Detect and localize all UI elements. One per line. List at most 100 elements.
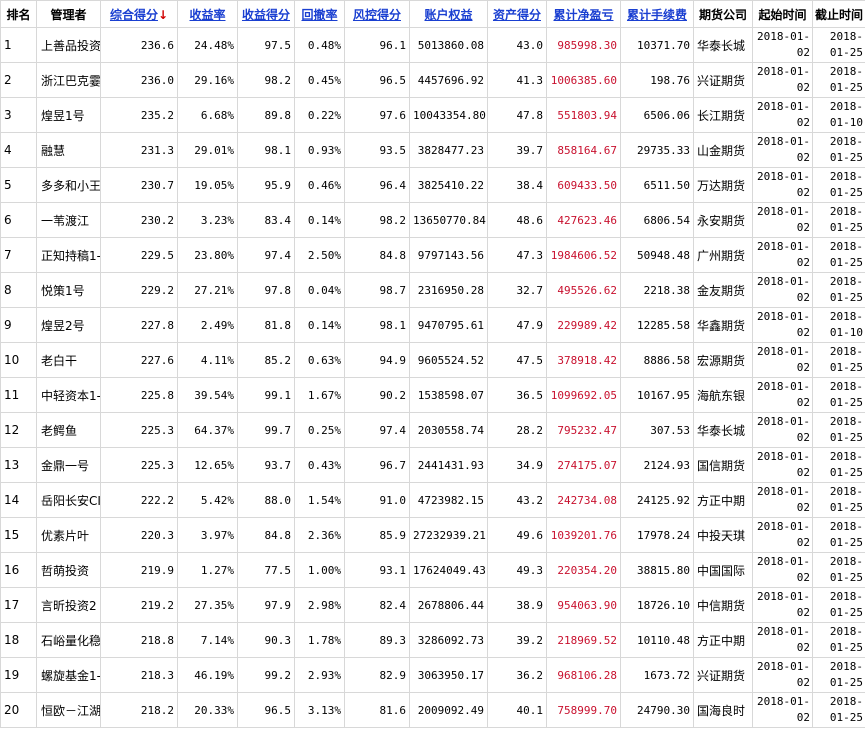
risk-score-cell: 96.4 [344, 167, 410, 203]
manager-name-cell: 浙江巴克霎 [36, 62, 101, 98]
sort-link-composite-score[interactable]: 综合得分 [110, 8, 158, 22]
futures-company-cell: 长江期货 [693, 97, 753, 133]
manager-name-cell: 老鳄鱼 [36, 412, 101, 448]
composite-score-cell: 236.0 [100, 62, 178, 98]
return-score-cell: 98.1 [237, 132, 295, 168]
return-rate-cell: 27.35% [177, 587, 238, 623]
net-pnl-cell: 954063.90 [546, 587, 621, 623]
futures-company-cell: 中信期货 [693, 587, 753, 623]
manager-name-cell: 煌昱2号 [36, 307, 101, 343]
rank-cell: 4 [0, 132, 37, 168]
fees-cell: 6806.54 [620, 202, 694, 238]
col-header-equity[interactable]: 账户权益 [409, 0, 488, 28]
drawdown-cell: 1.54% [294, 482, 345, 518]
fees-cell: 50948.48 [620, 237, 694, 273]
table-row: 2 浙江巴克霎 236.0 29.16% 98.2 0.45% 96.5 4457696.92… [0, 62, 865, 98]
asset-score-cell: 47.9 [487, 307, 547, 343]
start-time-cell: 2018-01-02 [752, 342, 813, 378]
asset-score-cell: 47.5 [487, 342, 547, 378]
manager-name-cell: 悦策1号 [36, 272, 101, 308]
sort-link-return-score[interactable]: 收益得分 [242, 8, 290, 22]
composite-score-cell: 227.8 [100, 307, 178, 343]
table-row: 18 石峪量化稳 218.8 7.14% 90.3 1.78% 89.3 3286092.73… [0, 622, 865, 658]
manager-name-cell: 中轻资本1- [36, 377, 101, 413]
start-time-cell: 2018-01-02 [752, 237, 813, 273]
return-rate-cell: 5.42% [177, 482, 238, 518]
drawdown-cell: 0.14% [294, 307, 345, 343]
risk-score-cell: 84.8 [344, 237, 410, 273]
fees-cell: 6506.06 [620, 97, 694, 133]
equity-cell: 4457696.92 [409, 62, 488, 98]
manager-name-cell: 一苇渡江 [36, 202, 101, 238]
col-header-asset-score[interactable]: 资产得分 [487, 0, 547, 28]
sort-link-return-rate[interactable]: 收益率 [189, 8, 225, 22]
composite-score-cell: 236.6 [100, 27, 178, 63]
col-header-return-score[interactable]: 收益得分 [237, 0, 295, 28]
fees-cell: 10110.48 [620, 622, 694, 658]
start-time-cell: 2018-01-02 [752, 622, 813, 658]
drawdown-cell: 2.98% [294, 587, 345, 623]
risk-score-cell: 82.4 [344, 587, 410, 623]
futures-company-cell: 国信期货 [693, 447, 753, 483]
risk-score-cell: 97.6 [344, 97, 410, 133]
sort-link-drawdown[interactable]: 回撤率 [301, 8, 337, 22]
composite-score-cell: 229.2 [100, 272, 178, 308]
risk-score-cell: 98.2 [344, 202, 410, 238]
asset-score-cell: 49.6 [487, 517, 547, 553]
col-header-return-rate[interactable]: 收益率 [177, 0, 238, 28]
equity-cell: 27232939.21 [409, 517, 488, 553]
equity-cell: 2678806.44 [409, 587, 488, 623]
risk-score-cell: 94.9 [344, 342, 410, 378]
drawdown-cell: 0.46% [294, 167, 345, 203]
fees-cell: 8886.58 [620, 342, 694, 378]
manager-name-cell: 煌昱1号 [36, 97, 101, 133]
risk-score-cell: 96.1 [344, 27, 410, 63]
sort-link-net-pnl[interactable]: 累计净盈亏 [553, 8, 613, 22]
asset-score-cell: 34.9 [487, 447, 547, 483]
start-time-cell: 2018-01-02 [752, 27, 813, 63]
return-score-cell: 93.7 [237, 447, 295, 483]
rank-cell: 19 [0, 657, 37, 693]
futures-company-cell: 广州期货 [693, 237, 753, 273]
manager-name-cell: 多多和小王 [36, 167, 101, 203]
return-rate-cell: 27.21% [177, 272, 238, 308]
col-header-composite-score[interactable]: 综合得分↓ [100, 0, 178, 28]
risk-score-cell: 89.3 [344, 622, 410, 658]
fees-cell: 198.76 [620, 62, 694, 98]
risk-score-cell: 93.1 [344, 552, 410, 588]
net-pnl-cell: 1039201.76 [546, 517, 621, 553]
fees-cell: 24125.92 [620, 482, 694, 518]
manager-name-cell: 石峪量化稳 [36, 622, 101, 658]
fees-cell: 6511.50 [620, 167, 694, 203]
fees-cell: 38815.80 [620, 552, 694, 588]
col-header-drawdown[interactable]: 回撤率 [294, 0, 345, 28]
start-time-cell: 2018-01-02 [752, 307, 813, 343]
drawdown-cell: 1.00% [294, 552, 345, 588]
return-score-cell: 97.9 [237, 587, 295, 623]
sort-link-fees[interactable]: 累计手续费 [627, 8, 687, 22]
net-pnl-cell: 968106.28 [546, 657, 621, 693]
equity-cell: 3286092.73 [409, 622, 488, 658]
return-rate-cell: 29.16% [177, 62, 238, 98]
futures-company-cell: 山金期货 [693, 132, 753, 168]
drawdown-cell: 0.43% [294, 447, 345, 483]
futures-company-cell: 金友期货 [693, 272, 753, 308]
col-header-fees[interactable]: 累计手续费 [620, 0, 694, 28]
sort-link-risk-score[interactable]: 风控得分 [353, 8, 401, 22]
table-row: 5 多多和小王 230.7 19.05% 95.9 0.46% 96.4 3825410.22… [0, 167, 865, 203]
sort-link-asset-score[interactable]: 资产得分 [493, 8, 541, 22]
risk-score-cell: 82.9 [344, 657, 410, 693]
return-score-cell: 96.5 [237, 692, 295, 728]
equity-cell: 9797143.56 [409, 237, 488, 273]
return-score-cell: 89.8 [237, 97, 295, 133]
drawdown-cell: 2.50% [294, 237, 345, 273]
sort-link-equity[interactable]: 账户权益 [424, 8, 472, 22]
start-time-cell: 2018-01-02 [752, 202, 813, 238]
col-header-risk-score[interactable]: 风控得分 [344, 0, 410, 28]
equity-cell: 2316950.28 [409, 272, 488, 308]
col-header-net-pnl[interactable]: 累计净盈亏 [546, 0, 621, 28]
table-row: 19 螺旋基金1- 218.3 46.19% 99.2 2.93% 82.9 3063950.… [0, 657, 865, 693]
return-score-cell: 77.5 [237, 552, 295, 588]
futures-company-cell: 宏源期货 [693, 342, 753, 378]
drawdown-cell: 3.13% [294, 692, 345, 728]
